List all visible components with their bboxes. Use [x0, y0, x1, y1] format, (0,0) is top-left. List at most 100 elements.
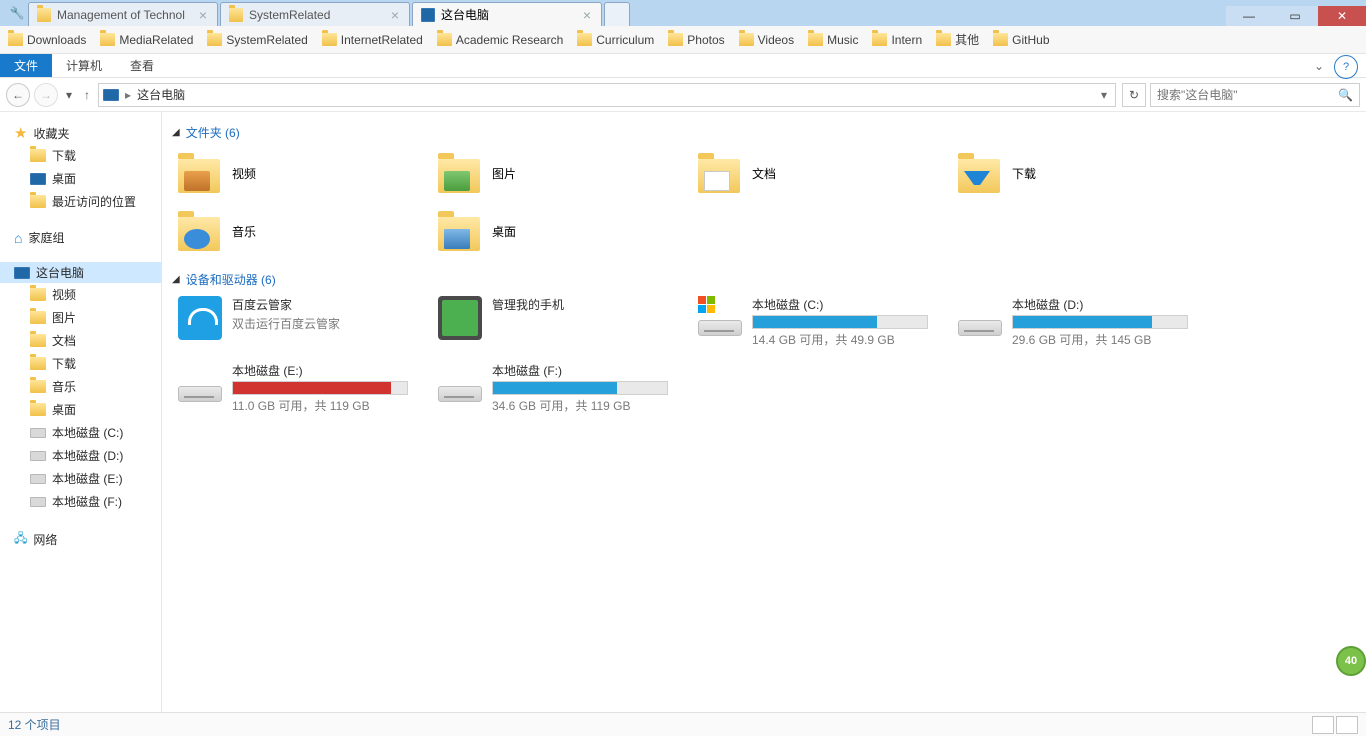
floating-badge[interactable]: 40 — [1336, 646, 1366, 676]
sidebar-label: 家庭组 — [28, 229, 64, 246]
sidebar-item-drive-f[interactable]: 本地磁盘 (F:) — [0, 490, 161, 513]
sidebar-item-videos[interactable]: 视频 — [0, 283, 161, 306]
folder-item-pictures[interactable]: 图片 — [438, 149, 698, 197]
folder-item-desktop[interactable]: 桌面 — [438, 207, 698, 255]
sidebar-favorites[interactable]: ★收藏夹 — [0, 122, 161, 144]
window-close-button[interactable]: ✕ — [1318, 6, 1366, 26]
recent-locations-dropdown[interactable]: ▾ — [62, 88, 76, 102]
bookmark-item[interactable]: Videos — [739, 33, 794, 47]
close-icon[interactable]: × — [199, 8, 207, 22]
tab-2[interactable]: 这台电脑 × — [412, 2, 602, 26]
nav-forward-button[interactable]: → — [34, 83, 58, 107]
tab-label: 这台电脑 — [441, 6, 489, 23]
sidebar-item-recent[interactable]: 最近访问的位置 — [0, 190, 161, 213]
bookmark-item[interactable]: Curriculum — [577, 33, 654, 47]
folder-icon — [698, 153, 742, 193]
bookmark-item[interactable]: Music — [808, 33, 858, 47]
ribbon-expand-icon[interactable]: ⌄ — [1304, 54, 1334, 77]
folder-item-videos[interactable]: 视频 — [178, 149, 438, 197]
bookmark-label: Academic Research — [456, 33, 563, 47]
address-bar[interactable]: ▸ 这台电脑 ▾ — [98, 83, 1116, 107]
menu-view[interactable]: 查看 — [116, 54, 168, 77]
device-item-drive-c[interactable]: 本地磁盘 (C:) 14.4 GB 可用，共 49.9 GB — [698, 296, 958, 352]
minimize-button[interactable]: — — [1226, 6, 1272, 26]
search-input[interactable] — [1157, 88, 1334, 102]
sidebar-item-label: 视频 — [52, 286, 76, 303]
homegroup-icon: ⌂ — [14, 230, 22, 246]
sidebar-item-drive-c[interactable]: 本地磁盘 (C:) — [0, 421, 161, 444]
desktop-icon — [30, 173, 46, 185]
device-item-phone[interactable]: 管理我的手机 — [438, 296, 698, 352]
section-devices-header[interactable]: ◢ 设备和驱动器 (6) — [172, 269, 1366, 296]
content-pane: ◢ 文件夹 (6) 视频 图片 文档 下载 音乐 桌面 ◢ 设备和驱动器 (6)… — [162, 112, 1366, 732]
collapse-icon: ◢ — [172, 127, 180, 138]
breadcrumb[interactable]: 这台电脑 — [137, 86, 185, 103]
sidebar-label: 收藏夹 — [33, 125, 69, 142]
nav-up-button[interactable]: ↑ — [80, 88, 94, 102]
device-item-drive-d[interactable]: 本地磁盘 (D:) 29.6 GB 可用，共 145 GB — [958, 296, 1218, 352]
drive-capacity-bar — [752, 315, 928, 329]
bookmark-item[interactable]: Academic Research — [437, 33, 563, 47]
sidebar-item-pictures[interactable]: 图片 — [0, 306, 161, 329]
sidebar-item-drive-e[interactable]: 本地磁盘 (E:) — [0, 467, 161, 490]
address-dropdown-icon[interactable]: ▾ — [1097, 88, 1111, 102]
bookmark-item[interactable]: 其他 — [936, 31, 979, 48]
folder-icon — [178, 211, 222, 251]
sidebar-network[interactable]: 🖧网络 — [0, 527, 161, 552]
sidebar-item-music[interactable]: 音乐 — [0, 375, 161, 398]
search-box[interactable]: 🔍 — [1150, 83, 1360, 107]
maximize-button[interactable]: ▭ — [1272, 6, 1318, 26]
device-label: 管理我的手机 — [492, 296, 668, 313]
new-tab-button[interactable] — [604, 2, 630, 26]
device-item-drive-e[interactable]: 本地磁盘 (E:) 11.0 GB 可用，共 119 GB — [178, 362, 438, 418]
tab-0[interactable]: Management of Technol × — [28, 2, 218, 26]
bookmark-item[interactable]: Intern — [872, 33, 922, 47]
bookmark-item[interactable]: Photos — [668, 33, 724, 47]
bookmark-item[interactable]: Downloads — [8, 33, 86, 47]
sidebar-item-desktop[interactable]: 桌面 — [0, 167, 161, 190]
drive-icon — [178, 362, 222, 402]
sidebar-item-documents[interactable]: 文档 — [0, 329, 161, 352]
help-button[interactable]: ? — [1334, 55, 1358, 79]
bookmark-item[interactable]: SystemRelated — [207, 33, 307, 47]
folder-icon — [668, 33, 683, 46]
folder-item-downloads[interactable]: 下载 — [958, 149, 1218, 197]
menu-computer[interactable]: 计算机 — [52, 54, 116, 77]
sidebar-item-label: 本地磁盘 (E:) — [52, 470, 123, 487]
bookmark-label: SystemRelated — [226, 33, 307, 47]
search-icon[interactable]: 🔍 — [1338, 88, 1353, 102]
bookmark-item[interactable]: MediaRelated — [100, 33, 193, 47]
sidebar-item-downloads[interactable]: 下载 — [0, 144, 161, 167]
bookmark-item[interactable]: InternetRelated — [322, 33, 423, 47]
close-icon[interactable]: × — [583, 8, 591, 22]
drive-label: 本地磁盘 (F:) — [492, 362, 668, 379]
device-item-baidu[interactable]: 百度云管家 双击运行百度云管家 — [178, 296, 438, 352]
view-tiles-button[interactable] — [1336, 716, 1358, 734]
section-folders-header[interactable]: ◢ 文件夹 (6) — [172, 122, 1366, 149]
sidebar-item-label: 图片 — [52, 309, 76, 326]
sidebar-thispc[interactable]: 这台电脑 — [0, 262, 161, 283]
menu-file[interactable]: 文件 — [0, 54, 52, 77]
section-title-label: 设备和驱动器 (6) — [186, 271, 276, 288]
refresh-button[interactable]: ↻ — [1122, 83, 1146, 107]
device-item-drive-f[interactable]: 本地磁盘 (F:) 34.6 GB 可用，共 119 GB — [438, 362, 698, 418]
sidebar-homegroup[interactable]: ⌂ 家庭组 — [0, 227, 161, 248]
close-icon[interactable]: × — [391, 8, 399, 22]
folder-item-documents[interactable]: 文档 — [698, 149, 958, 197]
folder-icon — [438, 153, 482, 193]
view-details-button[interactable] — [1312, 716, 1334, 734]
sidebar-item-downloads2[interactable]: 下载 — [0, 352, 161, 375]
folder-label: 桌面 — [492, 223, 516, 240]
sidebar-item-drive-d[interactable]: 本地磁盘 (D:) — [0, 444, 161, 467]
drive-free-text: 14.4 GB 可用，共 49.9 GB — [752, 331, 928, 348]
tab-label: SystemRelated — [249, 8, 330, 22]
tab-1[interactable]: SystemRelated × — [220, 2, 410, 26]
folder-item-music[interactable]: 音乐 — [178, 207, 438, 255]
sidebar-item-desktop2[interactable]: 桌面 — [0, 398, 161, 421]
sidebar-item-label: 下载 — [52, 355, 76, 372]
nav-back-button[interactable]: ← — [6, 83, 30, 107]
folder-icon — [30, 311, 46, 324]
bookmark-item[interactable]: GitHub — [993, 33, 1049, 47]
drive-icon — [30, 451, 46, 461]
navigation-pane: ★收藏夹 下载 桌面 最近访问的位置 ⌂ 家庭组 这台电脑 视频 图片 文档 下载… — [0, 112, 162, 732]
